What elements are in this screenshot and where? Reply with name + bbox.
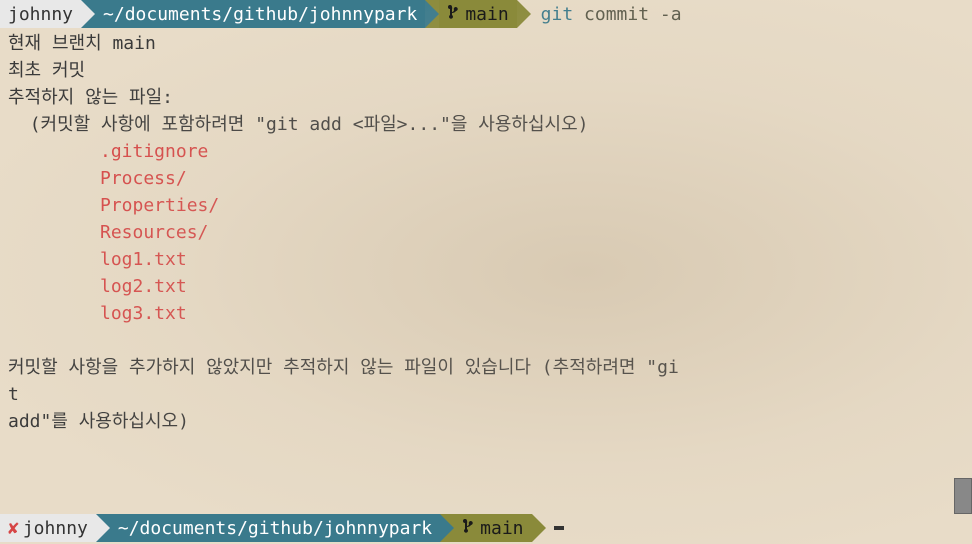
output-line bbox=[8, 327, 964, 354]
untracked-file: Process/ bbox=[8, 165, 964, 192]
prompt-user-segment: johnny bbox=[0, 0, 81, 28]
output-line: add"를 사용하십시오) bbox=[8, 408, 964, 435]
error-status-icon: ✘ bbox=[8, 515, 19, 542]
output-line: (커밋할 사항에 포함하려면 "git add <파일>..."을 사용하십시오… bbox=[8, 111, 964, 138]
terminal-output: 현재 브랜치 main 최초 커밋 추적하지 않는 파일: (커밋할 사항에 포… bbox=[0, 28, 972, 437]
scrollbar-thumb[interactable] bbox=[954, 478, 972, 514]
prompt-branch: main bbox=[480, 515, 523, 542]
prompt-user: johnny bbox=[8, 1, 73, 28]
arrow-separator bbox=[532, 514, 546, 542]
untracked-file: log3.txt bbox=[8, 300, 964, 327]
output-line: 최초 커밋 bbox=[8, 57, 964, 84]
prompt-line-top: johnny ~/documents/github/johnnypark mai… bbox=[0, 0, 972, 28]
command-git: git bbox=[541, 4, 574, 25]
prompt-path: ~/documents/github/johnnypark bbox=[103, 1, 417, 28]
prompt-line-bottom: ✘ johnny ~/documents/github/johnnypark m… bbox=[0, 514, 972, 542]
untracked-file: .gitignore bbox=[8, 138, 964, 165]
cursor[interactable] bbox=[554, 526, 564, 530]
prompt-user: johnny bbox=[23, 515, 88, 542]
arrow-separator bbox=[96, 514, 110, 542]
prompt-path: ~/documents/github/johnnypark bbox=[118, 515, 432, 542]
output-line: 커밋할 사항을 추가하지 않았지만 추적하지 않는 파일이 있습니다 (추적하려… bbox=[8, 354, 964, 381]
prompt-path-segment: ~/documents/github/johnnypark bbox=[95, 0, 425, 28]
branch-icon bbox=[447, 1, 461, 28]
prompt-user-segment: ✘ johnny bbox=[0, 514, 96, 542]
command-rest: commit -a bbox=[573, 4, 681, 25]
prompt-branch-segment: main bbox=[454, 514, 531, 542]
arrow-separator bbox=[425, 0, 439, 28]
arrow-separator bbox=[517, 0, 531, 28]
output-line: 현재 브랜치 main bbox=[8, 30, 964, 57]
arrow-separator bbox=[81, 0, 95, 28]
prompt-path-segment: ~/documents/github/johnnypark bbox=[110, 514, 440, 542]
output-line: t bbox=[8, 381, 964, 408]
output-line: 추적하지 않는 파일: bbox=[8, 84, 964, 111]
command-text: git commit -a bbox=[531, 1, 682, 28]
untracked-file: log2.txt bbox=[8, 273, 964, 300]
terminal-window[interactable]: johnny ~/documents/github/johnnypark mai… bbox=[0, 0, 972, 544]
branch-icon bbox=[462, 515, 476, 542]
untracked-file: log1.txt bbox=[8, 246, 964, 273]
prompt-branch-segment: main bbox=[439, 0, 516, 28]
prompt-branch: main bbox=[465, 1, 508, 28]
untracked-file: Resources/ bbox=[8, 219, 964, 246]
arrow-separator bbox=[440, 514, 454, 542]
untracked-file: Properties/ bbox=[8, 192, 964, 219]
